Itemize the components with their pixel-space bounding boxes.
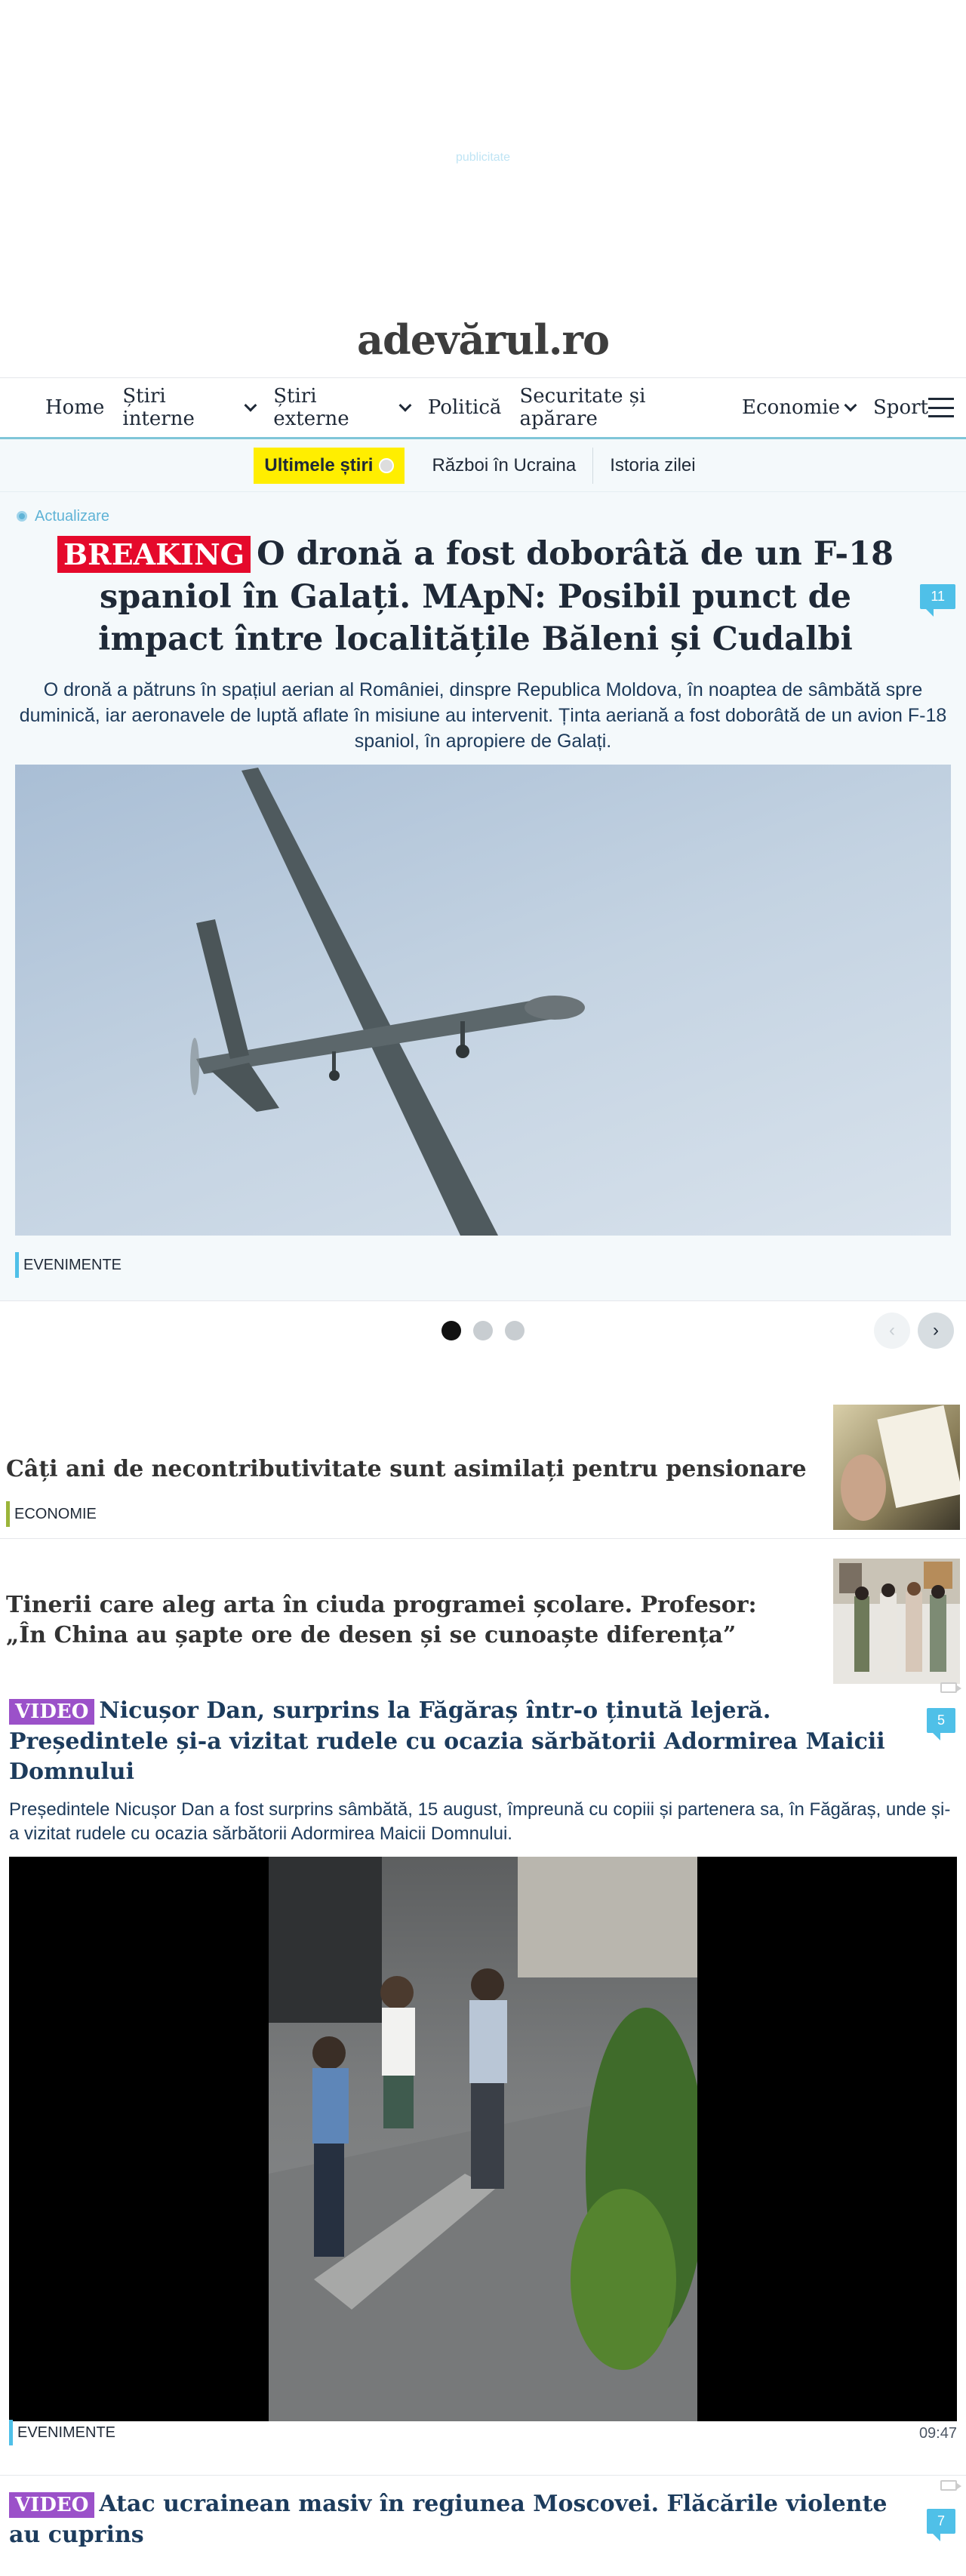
nav-item-sport[interactable]: Sport — [873, 396, 928, 419]
list-item[interactable]: Tinerii care aleg arta în ciuda programe… — [0, 1539, 966, 1684]
category-bar — [9, 2420, 13, 2445]
nav-label: Home — [45, 396, 105, 419]
hero-article[interactable]: Actualizare BREAKING O dronă a fost dobor… — [0, 492, 966, 1300]
main-nav: Home Știri interne Știri externe Politic… — [0, 377, 966, 439]
category-bar — [6, 1501, 10, 1527]
nav-item-politica[interactable]: Politică — [428, 396, 502, 419]
carousel-dot[interactable] — [473, 1320, 493, 1340]
nav-label: Știri externe — [273, 385, 349, 430]
drone-illustration — [190, 768, 585, 1236]
category-label: EVENIMENTE — [17, 2424, 116, 2441]
students-art-illustration — [833, 1559, 960, 1672]
site-logo[interactable]: adevărul.ro — [357, 315, 610, 364]
video-article-title-text: Nicușor Dan, surprins la Făgăraș într-o … — [9, 1697, 885, 1785]
comment-count-badge[interactable]: 11 — [920, 584, 955, 617]
list-item-thumbnail[interactable] — [833, 1559, 960, 1684]
live-dot-icon — [17, 511, 27, 522]
article-time: 09:47 — [918, 2425, 957, 2442]
nav-item-economie[interactable]: Economie — [742, 396, 857, 419]
subnav-link-ukraine[interactable]: Război în Ucraina — [415, 448, 592, 484]
list-item-title[interactable]: Câți ani de necontributivitate sunt asim… — [6, 1454, 815, 1485]
hero-image-drone[interactable] — [15, 765, 951, 1236]
book-hand-illustration — [841, 1405, 963, 1521]
video-article-lead: Președintele Nicușor Dan a fost surprins… — [9, 1799, 951, 1844]
video-player[interactable] — [9, 1857, 957, 2421]
nav-label: Economie — [742, 396, 840, 419]
carousel-next-button[interactable]: › — [918, 1312, 954, 1349]
ad-label: publicitate — [455, 151, 511, 164]
carousel-dot[interactable] — [505, 1320, 525, 1340]
chevron-down-icon — [844, 399, 857, 412]
street-scene-illustration — [269, 1857, 706, 2421]
nav-item-stiri-externe[interactable]: Știri externe — [273, 385, 412, 430]
video-camera-icon — [940, 1682, 961, 1693]
update-label: Actualizare — [35, 507, 109, 525]
chevron-down-icon — [244, 399, 257, 412]
ad-banner: publicitate — [0, 0, 966, 317]
subnav-link-history[interactable]: Istoria zilei — [592, 447, 712, 484]
nav-item-stiri-interne[interactable]: Știri interne — [122, 385, 257, 430]
latest-news-label: Ultimele știri — [264, 454, 374, 475]
comment-count-badge[interactable]: 5 — [926, 1708, 955, 1740]
category-tag[interactable]: EVENIMENTE — [9, 2419, 115, 2446]
hero-title[interactable]: BREAKING O dronă a fost doborâtă de un F-… — [45, 533, 906, 660]
list-item-thumbnail[interactable] — [833, 1405, 963, 1530]
list-item-title[interactable]: Tinerii care aleg arta în ciuda programe… — [6, 1590, 777, 1651]
update-indicator: Actualizare — [17, 506, 951, 527]
nav-label: Știri interne — [122, 385, 195, 430]
nav-label: Securitate și apărare — [519, 385, 646, 430]
video-still — [269, 1857, 706, 2421]
video-article-title[interactable]: VIDEO Atac ucrainean masiv în regiunea Mo… — [9, 2489, 904, 2550]
nav-item-securitate[interactable]: Securitate și apărare — [519, 385, 724, 430]
list-item[interactable]: Câți ani de necontributivitate sunt asim… — [0, 1397, 966, 1539]
menu-icon[interactable] — [928, 398, 954, 417]
video-article-title[interactable]: VIDEO Nicușor Dan, surprins la Făgăraș în… — [9, 1696, 904, 1787]
nav-label: Sport — [873, 396, 928, 419]
breaking-badge: BREAKING — [57, 536, 251, 573]
category-tag[interactable]: EVENIMENTE — [15, 1236, 951, 1300]
subnav: Ultimele știri Război în Ucraina Istoria… — [0, 439, 966, 492]
chevron-down-icon — [398, 399, 412, 412]
video-badge: VIDEO — [9, 1699, 95, 1725]
carousel-prev-button[interactable]: ‹ — [874, 1312, 910, 1349]
latest-news-link[interactable]: Ultimele știri — [254, 447, 405, 484]
category-label: ECONOMIE — [14, 1505, 97, 1522]
video-camera-icon — [940, 2480, 961, 2491]
video-article[interactable]: VIDEO Atac ucrainean masiv în regiunea Mo… — [0, 2475, 966, 2550]
hero-lead: O dronă a pătruns în spațiul aerian al R… — [19, 679, 947, 752]
comment-count-badge[interactable]: 7 — [926, 2509, 955, 2541]
category-tag[interactable]: ECONOMIE — [6, 1500, 97, 1528]
nav-label: Politică — [427, 396, 502, 419]
nav-item-home[interactable]: Home — [45, 396, 104, 419]
carousel-controls: ‹ › — [0, 1300, 966, 1359]
video-article-title-text: Atac ucrainean masiv în regiunea Moscove… — [9, 2491, 888, 2548]
clock-icon — [379, 457, 395, 473]
video-badge: VIDEO — [9, 2492, 95, 2518]
category-bar — [15, 1252, 19, 1278]
category-label: EVENIMENTE — [23, 1256, 122, 1273]
logo-row: adevărul.ro — [0, 302, 966, 377]
video-article[interactable]: VIDEO Nicușor Dan, surprins la Făgăraș în… — [0, 1682, 966, 2475]
carousel-dot[interactable] — [441, 1320, 461, 1340]
